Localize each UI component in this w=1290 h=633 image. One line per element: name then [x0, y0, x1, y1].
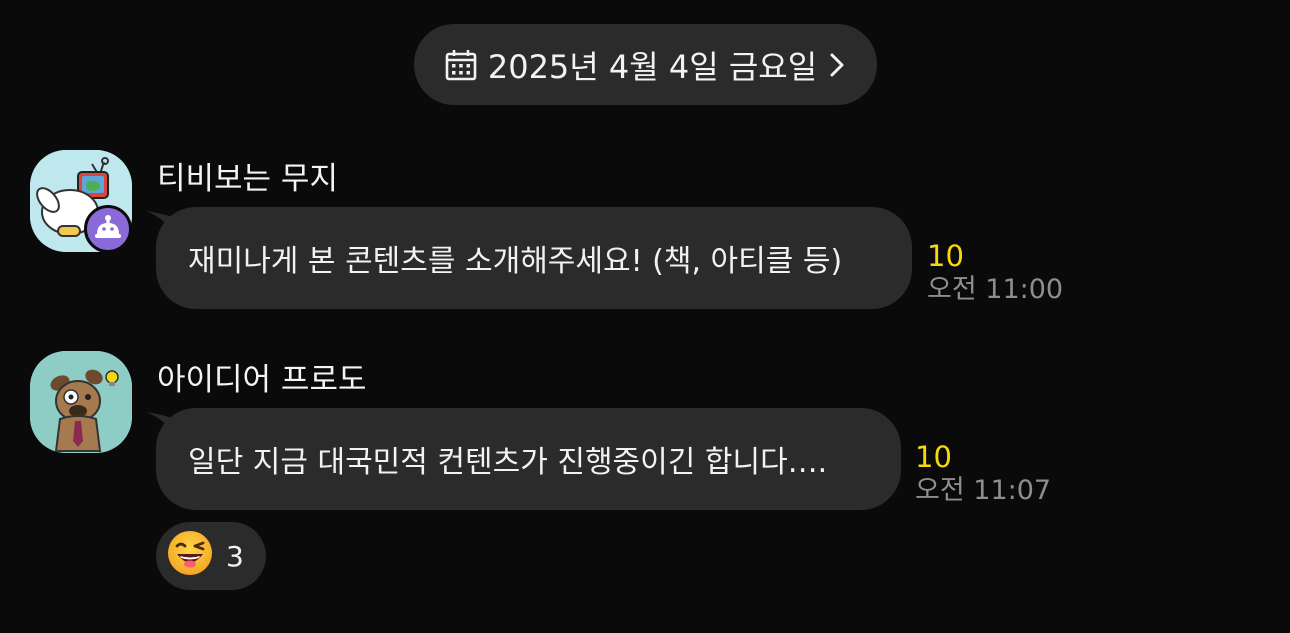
date-divider-button[interactable]: 2025년 4월 4일 금요일: [414, 24, 877, 105]
sender-name[interactable]: 티비보는 무지: [157, 153, 338, 198]
bot-badge: [84, 205, 132, 253]
message-time: 오전 11:07: [915, 475, 1052, 506]
unread-count: 10: [915, 440, 952, 474]
message-meta: 10 오전 11:00: [927, 239, 1063, 307]
message-text: 일단 지금 대국민적 컨텐츠가 진행중이긴 합니다….: [188, 445, 828, 480]
date-label: 2025년 4월 4일 금요일: [487, 47, 818, 86]
message-meta: 10 오전 11:07: [915, 440, 1051, 508]
message-time: 오전 11:00: [927, 274, 1064, 305]
frodo-idea-avatar[interactable]: [30, 351, 132, 453]
grinning-emoji-icon: [166, 529, 214, 584]
bot-icon: [94, 214, 122, 244]
calendar-icon: [444, 48, 478, 82]
message-bubble[interactable]: 일단 지금 대국민적 컨텐츠가 진행중이긴 합니다….: [156, 408, 901, 510]
chat-screen: 2025년 4월 4일 금요일 티비보는 무지 재미나게 본 콘텐츠를 소개해주…: [0, 0, 1290, 633]
unread-count: 10: [927, 239, 964, 273]
sender-name[interactable]: 아이디어 프로도: [157, 354, 367, 399]
reaction-count: 3: [226, 539, 244, 573]
chevron-right-icon: [827, 50, 847, 80]
reaction-chip[interactable]: 3: [156, 522, 266, 590]
message-text: 재미나게 본 콘텐츠를 소개해주세요! (책, 아티클 등): [188, 244, 843, 279]
message-bubble[interactable]: 재미나게 본 콘텐츠를 소개해주세요! (책, 아티클 등): [156, 207, 912, 309]
